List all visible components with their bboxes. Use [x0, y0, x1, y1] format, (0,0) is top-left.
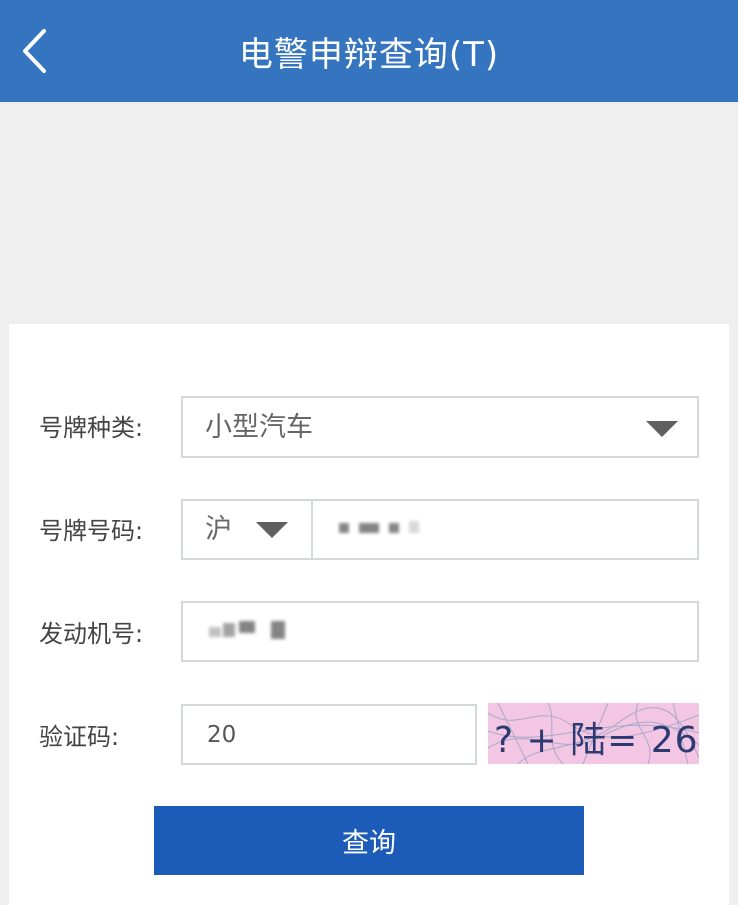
province-select[interactable]: 沪 [181, 499, 313, 560]
redacted-mark [271, 621, 285, 639]
plate-type-select[interactable]: 小型汽车 [181, 396, 699, 458]
captcha-text: ? + 陆= 26 [494, 720, 699, 761]
query-button[interactable]: 查询 [154, 806, 584, 875]
redacted-mark [359, 523, 379, 533]
plate-number-input-box[interactable] [311, 499, 699, 560]
captcha-input-box[interactable] [181, 704, 477, 765]
redacted-mark [389, 523, 399, 533]
captcha-input[interactable] [207, 718, 457, 752]
app-header: 电警申辩查询(T) [0, 0, 738, 102]
province-value: 沪 [205, 514, 232, 545]
engine-number-label: 发动机号: [39, 620, 144, 648]
query-form: 号牌种类: 小型汽车 号牌号码: 沪 发动机号: 验证码: 20 ? + 陆= … [9, 324, 729, 905]
engine-number-input-box[interactable] [181, 601, 699, 662]
chevron-down-icon [256, 522, 288, 538]
plate-type-value: 小型汽车 [205, 412, 313, 443]
page-title: 电警申辩查询(T) [238, 34, 500, 75]
back-button[interactable] [14, 26, 54, 76]
plate-type-label: 号牌种类: [39, 414, 144, 442]
captcha-label: 验证码: [39, 723, 120, 751]
plate-number-input[interactable] [331, 513, 681, 547]
captcha-image[interactable]: ? + 陆= 26 [488, 703, 699, 764]
redacted-mark [409, 521, 419, 533]
redacted-mark [339, 523, 349, 533]
chevron-down-icon [646, 421, 678, 437]
chevron-left-icon [23, 29, 46, 73]
redacted-mark [239, 621, 255, 633]
plate-number-label: 号牌号码: [39, 517, 144, 545]
redacted-mark [223, 623, 235, 637]
redacted-mark [209, 627, 221, 637]
